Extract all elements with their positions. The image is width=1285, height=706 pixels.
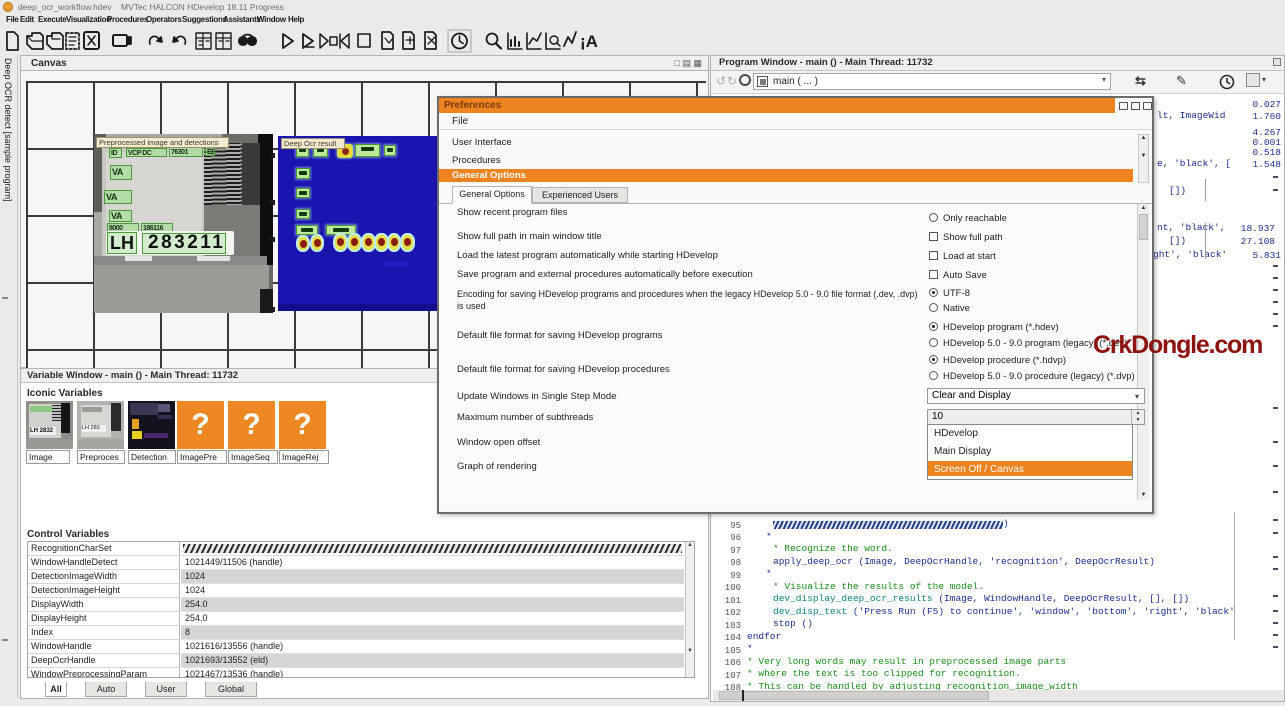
svg-text:¡A: ¡A xyxy=(580,32,598,51)
